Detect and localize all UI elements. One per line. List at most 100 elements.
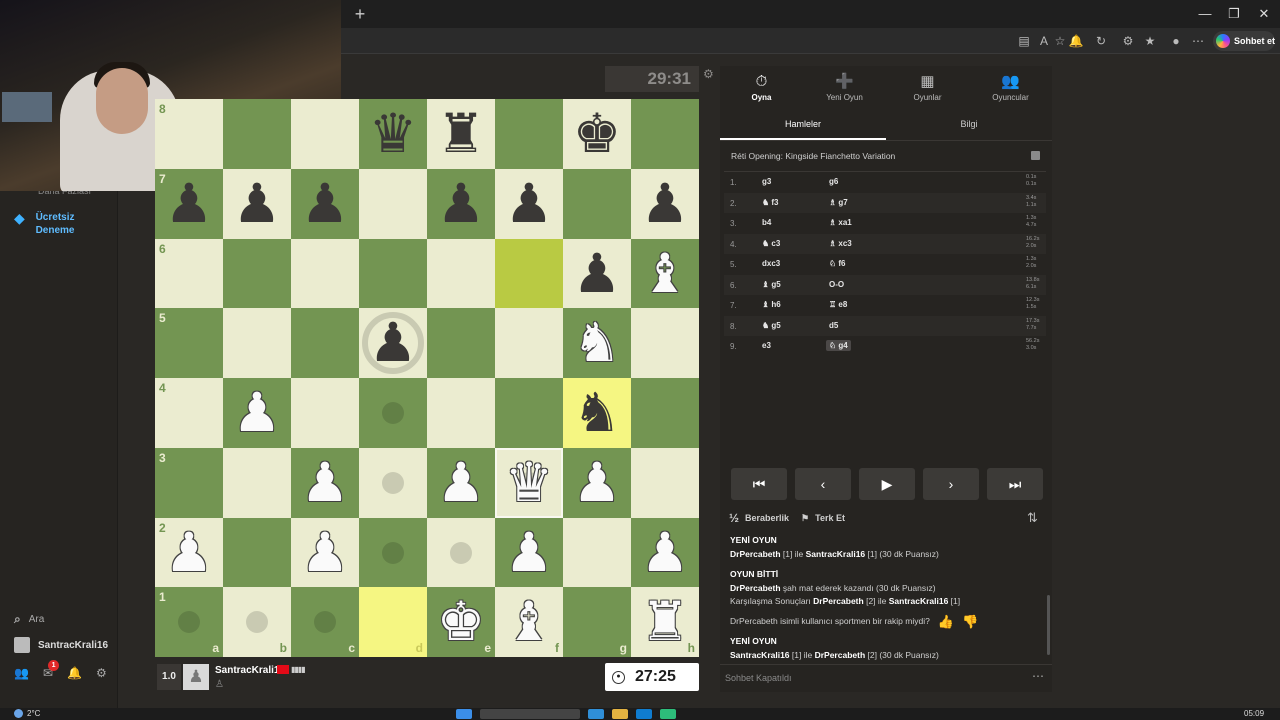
square-h6[interactable]: ♝ bbox=[631, 238, 699, 309]
white-move[interactable]: ♞ g5 bbox=[762, 321, 781, 330]
previous-move-button[interactable]: ‹ bbox=[795, 468, 851, 500]
square-a4[interactable]: 4 bbox=[155, 378, 223, 448]
black-king-icon[interactable]: ♚ bbox=[563, 99, 631, 169]
square-f7[interactable]: ♟ bbox=[495, 168, 563, 239]
chat-scrollbar[interactable] bbox=[1047, 595, 1050, 655]
square-c3[interactable]: ♟ bbox=[291, 447, 359, 518]
square-g3[interactable]: ♟ bbox=[563, 447, 631, 518]
square-c2[interactable]: ♟ bbox=[291, 517, 359, 588]
white-move[interactable]: ♝ h6 bbox=[762, 300, 781, 309]
tab-moves[interactable]: Hamleler bbox=[720, 113, 886, 140]
move-hint-dot[interactable] bbox=[450, 541, 472, 564]
square-e8[interactable]: ♜ bbox=[427, 99, 495, 169]
square-d6[interactable] bbox=[359, 238, 427, 309]
black-pawn-icon[interactable]: ♟ bbox=[563, 239, 631, 309]
square-g2[interactable] bbox=[563, 517, 631, 588]
bell-icon[interactable]: 🔔 bbox=[67, 666, 82, 680]
nav-play[interactable]: ⏱ Oyna bbox=[720, 66, 803, 110]
move-hint-dot[interactable] bbox=[382, 471, 404, 494]
square-d8[interactable]: ♛ bbox=[359, 99, 427, 169]
black-rook-icon[interactable]: ♜ bbox=[427, 99, 495, 169]
flip-board-icon[interactable]: ⇅ bbox=[1027, 510, 1038, 526]
black-move[interactable]: d5 bbox=[829, 321, 838, 330]
black-pawn-icon[interactable]: ♟ bbox=[631, 169, 699, 239]
square-h4[interactable] bbox=[631, 378, 699, 448]
white-queen-icon[interactable]: ♛ bbox=[495, 448, 563, 518]
read-aloud-icon[interactable]: A bbox=[1036, 33, 1052, 49]
friends-icon[interactable]: 👥 bbox=[14, 666, 29, 680]
square-a5[interactable]: 5 bbox=[155, 308, 223, 378]
square-g1[interactable]: g bbox=[563, 587, 631, 657]
white-move[interactable]: ♞ c3 bbox=[762, 239, 780, 248]
alert-icon[interactable]: 🔔 bbox=[1068, 33, 1084, 49]
black-pawn-icon[interactable]: ♟ bbox=[223, 169, 291, 239]
white-pawn-icon[interactable]: ♟ bbox=[223, 378, 291, 448]
square-f1[interactable]: ♝ f bbox=[495, 587, 563, 657]
move-hint-dot[interactable] bbox=[382, 541, 404, 564]
nav-new-game[interactable]: ➕ Yeni Oyun bbox=[803, 66, 886, 110]
square-f4[interactable] bbox=[495, 378, 563, 448]
black-move[interactable]: g6 bbox=[829, 177, 838, 186]
square-h1[interactable]: ♜ h bbox=[631, 587, 699, 657]
sidebar-user[interactable]: SantracKrali16 bbox=[14, 637, 108, 653]
square-c6[interactable] bbox=[291, 238, 359, 309]
restore-button[interactable]: ❐ bbox=[1219, 4, 1249, 24]
square-e5[interactable] bbox=[427, 308, 495, 378]
white-bishop-icon[interactable]: ♝ bbox=[631, 239, 699, 309]
edge-icon[interactable] bbox=[588, 709, 604, 719]
white-pawn-icon[interactable]: ♟ bbox=[291, 518, 359, 588]
square-d2[interactable] bbox=[359, 517, 427, 588]
refresh-icon[interactable]: ↻ bbox=[1093, 33, 1109, 49]
black-pawn-icon[interactable]: ♟ bbox=[359, 308, 427, 378]
black-move[interactable]: ♘ f6 bbox=[829, 259, 846, 268]
square-e2[interactable] bbox=[427, 517, 495, 588]
draw-button[interactable]: Beraberlik bbox=[745, 513, 789, 523]
white-bishop-icon[interactable]: ♝ bbox=[495, 587, 563, 657]
square-e3[interactable]: ♟ bbox=[427, 447, 495, 518]
square-b4[interactable]: ♟ bbox=[223, 378, 291, 448]
copilot-button[interactable]: Sohbet et bbox=[1213, 31, 1275, 51]
square-d3[interactable] bbox=[359, 447, 427, 518]
white-pawn-icon[interactable]: ♟ bbox=[291, 448, 359, 518]
square-e7[interactable]: ♟ bbox=[427, 168, 495, 239]
square-b5[interactable] bbox=[223, 308, 291, 378]
black-knight-icon[interactable]: ♞ bbox=[563, 378, 631, 448]
square-f5[interactable] bbox=[495, 308, 563, 378]
square-e6[interactable] bbox=[427, 238, 495, 309]
minimize-button[interactable]: — bbox=[1190, 4, 1220, 24]
square-b8[interactable] bbox=[223, 99, 291, 169]
square-f2[interactable]: ♟ bbox=[495, 517, 563, 588]
white-move[interactable]: dxc3 bbox=[762, 259, 780, 268]
black-pawn-icon[interactable]: ♟ bbox=[495, 169, 563, 239]
white-move[interactable]: e3 bbox=[762, 341, 771, 350]
black-move[interactable]: ♗ xc3 bbox=[829, 239, 852, 248]
square-b1[interactable]: b bbox=[223, 587, 291, 657]
square-a7[interactable]: ♟ 7 bbox=[155, 168, 223, 239]
white-move[interactable]: ♝ g5 bbox=[762, 280, 781, 289]
last-move-button[interactable]: ⏭ bbox=[987, 468, 1043, 500]
play-button[interactable]: ▶ bbox=[859, 468, 915, 500]
square-b6[interactable] bbox=[223, 238, 291, 309]
resign-button[interactable]: Terk Et bbox=[815, 513, 845, 523]
store-icon[interactable] bbox=[636, 709, 652, 719]
square-h2[interactable]: ♟ bbox=[631, 517, 699, 588]
move-hint-dot[interactable] bbox=[178, 611, 200, 634]
square-h7[interactable]: ♟ bbox=[631, 168, 699, 239]
black-move[interactable]: O-O bbox=[829, 280, 844, 289]
mail-icon[interactable]: ✉ 1 bbox=[43, 660, 60, 680]
square-b2[interactable] bbox=[223, 517, 291, 588]
first-move-button[interactable]: ⏮ bbox=[731, 468, 787, 500]
square-c1[interactable]: c bbox=[291, 587, 359, 657]
my-name[interactable]: SantracKrali16 bbox=[215, 665, 285, 676]
favorites-bar-icon[interactable]: ★ bbox=[1142, 33, 1158, 49]
black-move[interactable]: ♖ e8 bbox=[829, 300, 847, 309]
book-icon[interactable] bbox=[1031, 151, 1040, 160]
windows-start-icon[interactable] bbox=[456, 709, 472, 719]
black-queen-icon[interactable]: ♛ bbox=[359, 99, 427, 169]
square-a2[interactable]: ♟ 2 bbox=[155, 517, 223, 588]
white-pawn-icon[interactable]: ♟ bbox=[495, 518, 563, 588]
square-c8[interactable] bbox=[291, 99, 359, 169]
app-icon[interactable] bbox=[660, 709, 676, 719]
square-h5[interactable] bbox=[631, 308, 699, 378]
black-pawn-icon[interactable]: ♟ bbox=[291, 169, 359, 239]
